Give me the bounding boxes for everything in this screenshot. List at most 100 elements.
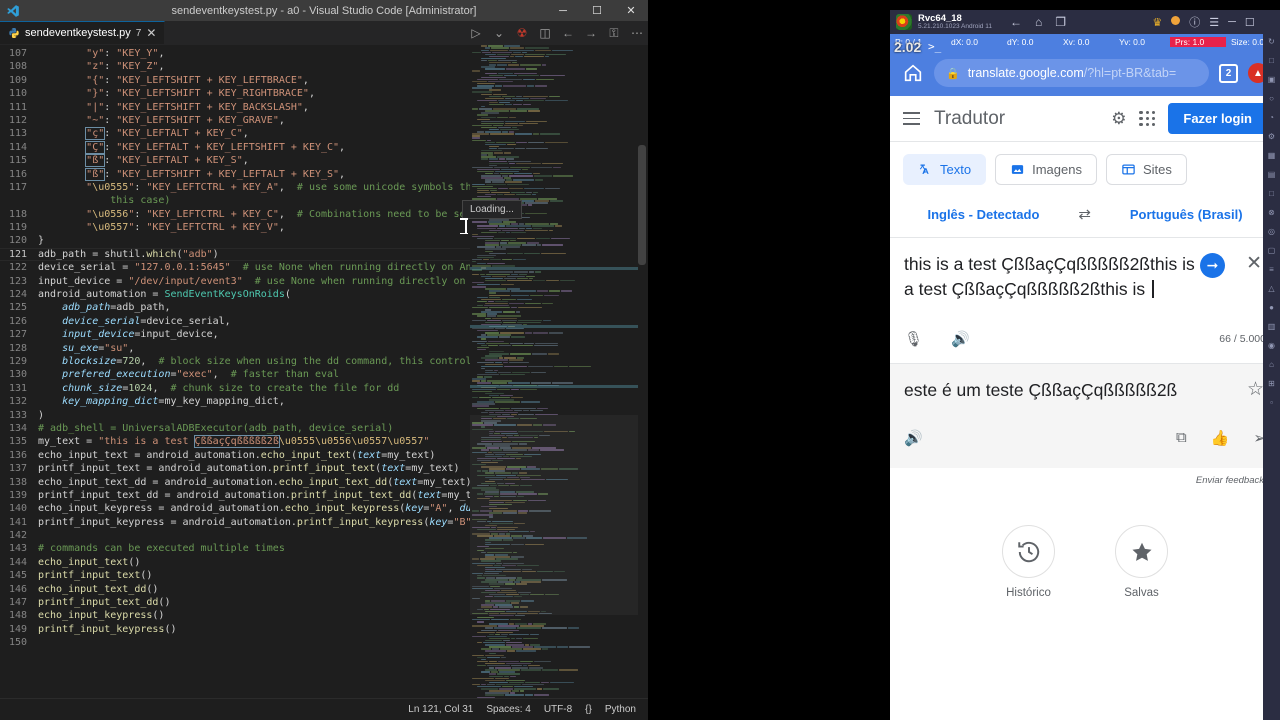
code-line[interactable]: 142	[0, 529, 470, 542]
apps-grid-icon[interactable]	[1139, 110, 1156, 127]
emulator-maximize-button[interactable]: ☐	[1245, 16, 1255, 29]
url-input[interactable]: 🔒 translate.google.com/?hl=pt-BR&tab=	[934, 59, 1209, 87]
side-tool-icon-1[interactable]: □	[1269, 57, 1274, 65]
code-line[interactable]: 107 "y": "KEY_Y",	[0, 47, 470, 60]
side-tool-icon-16[interactable]: ◉	[1268, 342, 1275, 350]
code-line[interactable]: 119 "\u0557": "KEY_LEFTCTRL + KEY_V",	[0, 221, 470, 234]
side-tool-icon-12[interactable]: ≡	[1269, 266, 1274, 274]
code-line[interactable]: 123 input_device = "/dev/input/event3" # …	[0, 275, 514, 288]
code-line[interactable]: 129 blocksize=720, # block size when usi…	[0, 355, 520, 368]
code-line[interactable]: 132 key_mapping_dict=my_key_mapping_dict…	[0, 395, 470, 408]
home-icon[interactable]: ⌂	[1035, 15, 1042, 29]
tab-texto[interactable]: Texto	[903, 154, 987, 185]
menu-icon[interactable]: ☰	[1209, 16, 1219, 29]
chevron-down-icon[interactable]: ⌄	[492, 26, 506, 40]
copy-icon[interactable]: ⧉	[1176, 429, 1187, 447]
code-line[interactable]: 133)	[0, 409, 470, 422]
code-line[interactable]: 118 "\u0556": "KEY_LEFTCTRL + KEY_C", # …	[0, 208, 538, 221]
crown-icon[interactable]: ♛	[1152, 16, 1162, 29]
speaker-icon[interactable]: 🔊	[904, 429, 923, 447]
side-tool-icon-17[interactable]: ⌂	[1269, 361, 1274, 369]
code-line[interactable]: 138 echo_input_text_dd = android_automati…	[0, 476, 472, 489]
code-line[interactable]: 117 "\u0555": "KEY_LEFTCTRL + KEY_A", # …	[0, 181, 532, 194]
orange-dot-icon[interactable]	[1171, 16, 1181, 28]
code-line[interactable]: 121 adb_path = shutil.which("adb")	[0, 247, 470, 262]
close-button[interactable]: ✕	[614, 0, 648, 21]
tab-imagens[interactable]: Imagens	[995, 154, 1097, 185]
maximize-button[interactable]: ☐	[580, 0, 614, 21]
split-editor-icon[interactable]: ◫	[538, 26, 552, 40]
code-line[interactable]: 144 echo_input_text()	[0, 556, 470, 569]
editor-tab-close-icon[interactable]: ✕	[146, 27, 156, 39]
code-line[interactable]: 111 "|": "KEY_LEFTSHIFT + KEY_BACKSLASH"…	[0, 101, 470, 114]
code-line[interactable]: 148 echo_input_keypress()	[0, 609, 470, 622]
code-line[interactable]: 141 printf_input_keypress = android_autom…	[0, 516, 526, 529]
lock-icon[interactable]: ⚿	[607, 26, 621, 41]
editor-tab-sendeventkeystest[interactable]: sendeventkeystest.py 7 ✕	[0, 21, 166, 44]
code-line[interactable]: 113 "ç": "KEY_LEFTALT + KEY_C",	[0, 127, 470, 141]
minimize-button[interactable]: ─	[546, 0, 580, 21]
status-encoding[interactable]: UTF-8	[544, 704, 572, 715]
emulator-side-toolbar[interactable]: ↻ □ ▣ ○ ◔ ⚙ ▦ ▤ □ ⊗ ◎ ▢ ≡ △ ● ▥ ◉ ⌂ ⊞ ▫	[1263, 10, 1280, 720]
side-tool-icon-10[interactable]: ◎	[1268, 228, 1275, 236]
code-line[interactable]: 150	[0, 636, 470, 649]
clear-text-icon[interactable]: ✕	[1246, 252, 1262, 275]
tab-sites[interactable]: Sites	[1105, 154, 1187, 185]
code-line[interactable]: 149 printf_input_keypress()	[0, 623, 470, 636]
speaker-icon[interactable]: 🔊	[951, 330, 970, 348]
side-tool-icon-9[interactable]: ⊗	[1268, 209, 1275, 217]
side-tool-icon-18[interactable]: ⊞	[1268, 380, 1275, 388]
editor-vertical-scrollbar[interactable]	[638, 145, 646, 265]
code-line[interactable]: 116 "ß": "KEY_LEFTSHIFT + KEY_LEFTALT + …	[0, 167, 470, 181]
translate-submit-button[interactable]: ➞	[1200, 253, 1225, 278]
home-icon[interactable]	[902, 62, 924, 84]
run-icon[interactable]: ▷	[469, 26, 483, 40]
side-tool-icon-3[interactable]: ○	[1269, 95, 1274, 103]
more-actions-icon[interactable]: ⋯	[630, 26, 644, 40]
code-line[interactable]: 136 echo_input_text = android_automation.…	[0, 449, 470, 462]
source-language-button[interactable]: Inglês - Detectado	[927, 207, 1039, 222]
side-tool-icon-11[interactable]: ▢	[1268, 247, 1276, 255]
side-tool-icon-13[interactable]: △	[1268, 285, 1274, 293]
side-tool-icon-15[interactable]: ▥	[1268, 323, 1276, 331]
code-line[interactable]: 115 "ß": "KEY_LEFTALT + KEY_S",	[0, 154, 470, 168]
code-line[interactable]: 125 adb_path=adb_path,	[0, 301, 470, 314]
code-line[interactable]: 109 "{": "KEY_LEFTSHIFT + KEY_LEFTBRACE"…	[0, 74, 470, 87]
code-line[interactable]: 130 prefered_execution="exec", # faster …	[0, 368, 470, 381]
code-line[interactable]: 124 android_automation = SendEventKeysOnR…	[0, 288, 470, 301]
code-line[interactable]: 126 device_serial=device_serial,	[0, 315, 470, 328]
quick-action-salvas[interactable]: Salvas	[1115, 525, 1168, 599]
side-tool-icon-5[interactable]: ⚙	[1268, 133, 1275, 141]
side-tool-icon-2[interactable]: ▣	[1268, 76, 1276, 84]
code-line[interactable]: 145 printf_input_text()	[0, 569, 470, 582]
thumbs-feedback-icon[interactable]: 👍	[1211, 429, 1230, 447]
code-line[interactable]: 131 chunk_size=1024, # chunk size to cre…	[0, 382, 470, 395]
side-tool-icon-0[interactable]: ↻	[1268, 38, 1275, 46]
status-indentation[interactable]: Spaces: 4	[486, 704, 530, 715]
code-line[interactable]: 134 # adb_shell = UniversalADBExecutor(ad…	[0, 422, 470, 435]
side-tool-icon-14[interactable]: ●	[1269, 304, 1274, 312]
side-tool-icon-4[interactable]: ◔	[1269, 114, 1274, 122]
quick-action-historico[interactable]: Histórico	[1002, 525, 1055, 599]
code-line[interactable]: 114 "Ç": "KEY_LEFTALT + KEY_LEFTSHIFT + …	[0, 140, 470, 154]
status-cursor-position[interactable]: Ln 121, Col 31	[408, 704, 473, 715]
swap-languages-icon[interactable]: ⇄	[1078, 205, 1091, 223]
emulator-minimize-button[interactable]: ─	[1228, 16, 1236, 28]
code-line[interactable]: 128 su_exe="su",	[0, 342, 470, 355]
recents-icon[interactable]: ❐	[1055, 15, 1066, 29]
side-tool-icon-7[interactable]: ▤	[1268, 171, 1276, 179]
side-tool-icon-6[interactable]: ▦	[1268, 152, 1276, 160]
code-line[interactable]: 127 input_device=input_device,	[0, 328, 470, 341]
side-tool-icon-19[interactable]: ▫	[1270, 399, 1273, 407]
target-language-button[interactable]: Português (Brasil)	[1130, 207, 1243, 222]
microphone-icon[interactable]: 🎙	[904, 330, 923, 348]
sign-in-button[interactable]: Fazer login	[1168, 103, 1267, 134]
code-line[interactable]: 146 echo_input_text_dd()	[0, 583, 470, 596]
code-line[interactable]: 135 my_text = "this is a test ÇßßaçÇqßßßß…	[0, 435, 470, 449]
debug-icon[interactable]: ☢	[515, 26, 529, 40]
code-line[interactable]: 147 printf_input_text_dd()	[0, 596, 470, 609]
code-line[interactable]: 108 "z": "KEY_Z",	[0, 60, 470, 73]
code-line[interactable]: 137 printf_input_text = android_automatio…	[0, 462, 470, 475]
status-language-mode[interactable]: Python	[605, 704, 636, 715]
code-line[interactable]: 143 # commands can be executed multiple t…	[0, 542, 470, 555]
